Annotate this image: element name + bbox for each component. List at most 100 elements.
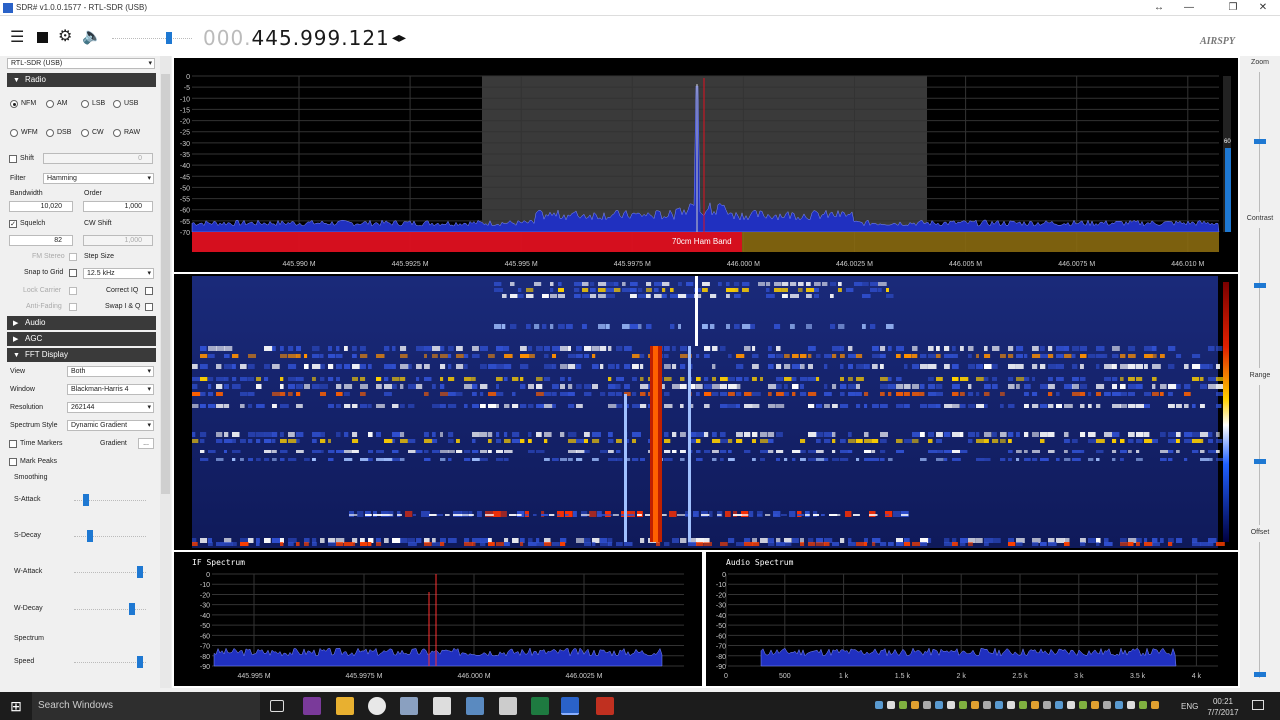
excel-icon[interactable] [531,697,549,715]
notifications-icon[interactable] [1252,700,1264,710]
mode-radio-am[interactable] [46,100,54,108]
swapiq-checkbox[interactable] [145,303,153,311]
wdecay-slider[interactable] [74,603,146,615]
mode-radio-lsb[interactable] [81,100,89,108]
bandwidth-input[interactable]: 10,020 [9,201,73,212]
tray-icon[interactable] [1115,701,1123,709]
device-select[interactable]: RTL-SDR (USB) [7,58,155,69]
speed-slider[interactable] [74,656,146,668]
stepsize-select[interactable]: 12.5 kHz [83,268,154,279]
file-explorer-icon[interactable] [336,697,354,715]
mode-radio-raw[interactable] [113,129,121,137]
tray-icon[interactable] [923,701,931,709]
speaker-icon[interactable]: 🔈 [82,29,102,45]
tray-icon[interactable] [1031,701,1039,709]
contrast-slider[interactable] [1254,283,1266,288]
mode-radio-nfm[interactable] [10,100,18,108]
gradient-button[interactable]: ... [138,438,154,449]
snaptogrid-checkbox[interactable] [69,269,77,277]
fmstereo-checkbox[interactable] [69,253,77,261]
range-slider[interactable] [1254,459,1266,464]
mode-radio-dsb[interactable] [46,129,54,137]
audio-spectrum-plot[interactable]: 0-10-20-30-40-50-60-70-80-90 0 500 1 k 1.5 … [706,552,1238,686]
chrome-icon[interactable] [368,697,386,715]
tray-icon[interactable] [1103,701,1111,709]
squelch-input[interactable]: 82 [9,235,73,246]
section-fft-display[interactable]: ▼ FFT Display [7,348,156,362]
sidebar-scrollbar[interactable] [160,56,171,688]
tray-icon[interactable] [1139,701,1147,709]
shift-input[interactable]: 0 [43,153,153,164]
app-icon-6[interactable] [466,697,484,715]
section-radio[interactable]: ▼ Radio [7,73,156,87]
tray-icon[interactable] [1019,701,1027,709]
audio-spectrum-panel[interactable]: Audio Spectrum 0 -10 -20 -30 -40 -50 -60 -70 -80… [706,552,1238,686]
spectrumstyle-select[interactable]: Dynamic Gradient [67,420,154,431]
zoom-slider[interactable] [1254,139,1266,144]
offset-slider[interactable] [1254,672,1266,677]
gear-icon[interactable]: ⚙ [58,29,72,45]
app-icon-10[interactable] [596,697,614,715]
sdrsharp-taskbar-icon[interactable] [561,697,579,715]
clock-date[interactable]: 7/7/2017 [1206,708,1240,717]
tray-icon[interactable] [959,701,967,709]
tray-icon[interactable] [935,701,943,709]
language-indicator[interactable]: ENG [1181,702,1198,711]
shift-checkbox[interactable] [9,155,17,163]
tray-icon[interactable] [875,701,883,709]
tray-icon[interactable] [971,701,979,709]
wattack-slider[interactable] [74,566,146,578]
tray-icon[interactable] [995,701,1003,709]
cwshift-input[interactable]: 1,000 [83,235,153,246]
window-select[interactable]: Blackman-Harris 4 [67,384,154,395]
if-spectrum-panel[interactable]: IF Spectrum 0 -10 -20 -30 -40 -50 -60 -70 -80 -90… [174,552,702,686]
if-spectrum-plot[interactable]: 0-10-20-30-40-50-60-70-80-90 445.995 M 44… [174,552,702,686]
app-icon-5[interactable] [433,697,451,715]
correctiq-checkbox[interactable] [145,287,153,295]
windows-start-icon[interactable]: ⊞ [0,692,32,720]
maximize-button[interactable]: ❐ [1216,0,1250,16]
markpeaks-checkbox[interactable] [9,458,17,466]
minimize-button[interactable]: — [1172,0,1206,16]
tray-icon[interactable] [887,701,895,709]
volume-slider[interactable] [112,32,192,44]
tray-icon[interactable] [899,701,907,709]
calculator-icon[interactable] [499,697,517,715]
close-button[interactable]: ✕ [1246,0,1280,16]
tray-icon[interactable] [983,701,991,709]
tray-icon[interactable] [911,701,919,709]
section-audio[interactable]: ▶ Audio [7,316,156,330]
resolution-select[interactable]: 262144 [67,402,154,413]
section-agc[interactable]: ▶ AGC [7,332,156,346]
tray-icon[interactable] [1055,701,1063,709]
waterfall-plot[interactable] [174,274,1238,550]
squelch-checkbox[interactable]: ✓ [9,220,17,228]
stop-button[interactable] [37,32,48,43]
filter-select[interactable]: Hamming [43,173,154,184]
lockcarrier-checkbox[interactable] [69,287,77,295]
tray-icon[interactable] [1079,701,1087,709]
restore-size-icon[interactable]: ↔ [1142,0,1176,16]
onenote-icon[interactable] [303,697,321,715]
tray-icon[interactable] [947,701,955,709]
spectrum-plot[interactable]: 70cm Ham Band 0-5-10-15-20-25-30-35-40-4… [174,58,1238,272]
antifading-checkbox[interactable] [69,303,77,311]
sattack-slider[interactable] [74,494,146,506]
taskbar-search[interactable]: Search Windows [32,692,260,720]
tray-icon[interactable] [1007,701,1015,709]
waterfall-panel[interactable] [174,274,1238,550]
mode-radio-wfm[interactable] [10,129,18,137]
order-input[interactable]: 1,000 [83,201,153,212]
mode-radio-usb[interactable] [113,100,121,108]
tray-icon[interactable] [1091,701,1099,709]
timemarkers-checkbox[interactable] [9,440,17,448]
tray-icon[interactable] [1151,701,1159,709]
frequency-arrows-icon[interactable]: ◂▸ [392,29,406,46]
tray-icon[interactable] [1043,701,1051,709]
app-icon-4[interactable] [400,697,418,715]
clock-time[interactable]: 00:21 [1206,697,1240,706]
view-select[interactable]: Both [67,366,154,377]
spectrum-panel[interactable]: 70cm Ham Band 0 -5 -10 -15 -20 -25 -30 -35 -40 -4… [174,58,1238,272]
task-view-icon[interactable] [270,700,284,712]
menu-icon[interactable]: ☰ [10,30,24,46]
